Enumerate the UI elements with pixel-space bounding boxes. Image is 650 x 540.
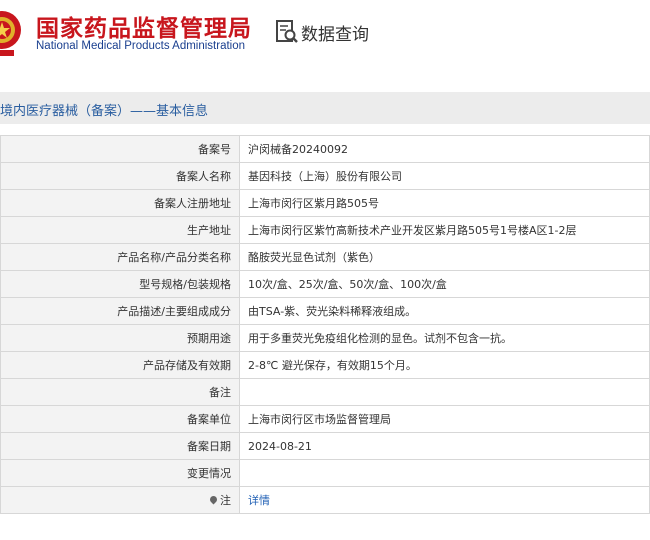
- field-label: 预期用途: [0, 324, 240, 352]
- table-row: 备案人注册地址 上海市闵行区紫月路505号: [0, 189, 650, 217]
- table-row: 型号规格/包装规格 10次/盒、25次/盒、50次/盒、100次/盒: [0, 270, 650, 298]
- field-value: 沪闵械备20240092: [239, 135, 650, 163]
- field-label: 备案人注册地址: [0, 189, 240, 217]
- field-label: 备案日期: [0, 432, 240, 460]
- field-value: 2024-08-21: [239, 432, 650, 460]
- section-header: 境内医疗器械（备案）——基本信息: [0, 92, 650, 124]
- field-value: 上海市闵行区紫月路505号: [239, 189, 650, 217]
- field-value: 由TSA-紫、荧光染料稀释液组成。: [239, 297, 650, 325]
- field-label: 备案人名称: [0, 162, 240, 190]
- table-row-note: 注 详情: [0, 486, 650, 514]
- table-row: 产品描述/主要组成成分 由TSA-紫、荧光染料稀释液组成。: [0, 297, 650, 325]
- document-search-icon[interactable]: [274, 19, 300, 45]
- field-value: [239, 378, 650, 406]
- field-label: 注: [0, 486, 240, 514]
- org-name-cn: 国家药品监督管理局: [36, 16, 252, 42]
- field-label: 产品描述/主要组成成分: [0, 297, 240, 325]
- table-row: 备案日期 2024-08-21: [0, 432, 650, 460]
- location-pin-icon: [208, 494, 219, 505]
- field-label: 产品存储及有效期: [0, 351, 240, 379]
- note-label: 注: [220, 494, 231, 507]
- details-link[interactable]: 详情: [248, 494, 270, 507]
- field-label: 型号规格/包装规格: [0, 270, 240, 298]
- table-row: 预期用途 用于多重荧光免疫组化检测的显色。试剂不包含一抗。: [0, 324, 650, 352]
- site-header: 国家药品监督管理局 National Medical Products Admi…: [0, 0, 650, 72]
- table-row: 备案单位 上海市闵行区市场监督管理局: [0, 405, 650, 433]
- field-value: [239, 459, 650, 487]
- table-row: 变更情况: [0, 459, 650, 487]
- field-label: 生产地址: [0, 216, 240, 244]
- table-row: 产品名称/产品分类名称 酪胺荧光显色试剂（紫色）: [0, 243, 650, 271]
- field-value: 基因科技（上海）股份有限公司: [239, 162, 650, 190]
- record-detail-table: 备案号 沪闵械备20240092 备案人名称 基因科技（上海）股份有限公司 备案人注册地…: [0, 135, 650, 514]
- table-row: 产品存储及有效期 2-8℃ 避光保存，有效期15个月。: [0, 351, 650, 379]
- field-label: 备案号: [0, 135, 240, 163]
- field-value: 酪胺荧光显色试剂（紫色）: [239, 243, 650, 271]
- data-query-link[interactable]: 数据查询: [301, 20, 369, 45]
- field-value: 上海市闵行区市场监督管理局: [239, 405, 650, 433]
- field-label: 产品名称/产品分类名称: [0, 243, 240, 271]
- field-value: 2-8℃ 避光保存，有效期15个月。: [239, 351, 650, 379]
- field-label: 变更情况: [0, 459, 240, 487]
- field-value: 上海市闵行区紫竹高新技术产业开发区紫月路505号1号楼A区1-2层: [239, 216, 650, 244]
- field-label: 备案单位: [0, 405, 240, 433]
- org-name-en: National Medical Products Administration: [36, 40, 246, 52]
- section-title: 境内医疗器械（备案）——基本信息: [0, 104, 209, 119]
- field-label: 备注: [0, 378, 240, 406]
- table-row: 备案号 沪闵械备20240092: [0, 135, 650, 163]
- field-value: 详情: [239, 486, 650, 514]
- field-value: 10次/盒、25次/盒、50次/盒、100次/盒: [239, 270, 650, 298]
- table-row: 备注: [0, 378, 650, 406]
- national-emblem-icon: [0, 11, 21, 56]
- table-row: 生产地址 上海市闵行区紫竹高新技术产业开发区紫月路505号1号楼A区1-2层: [0, 216, 650, 244]
- table-row: 备案人名称 基因科技（上海）股份有限公司: [0, 162, 650, 190]
- field-value: 用于多重荧光免疫组化检测的显色。试剂不包含一抗。: [239, 324, 650, 352]
